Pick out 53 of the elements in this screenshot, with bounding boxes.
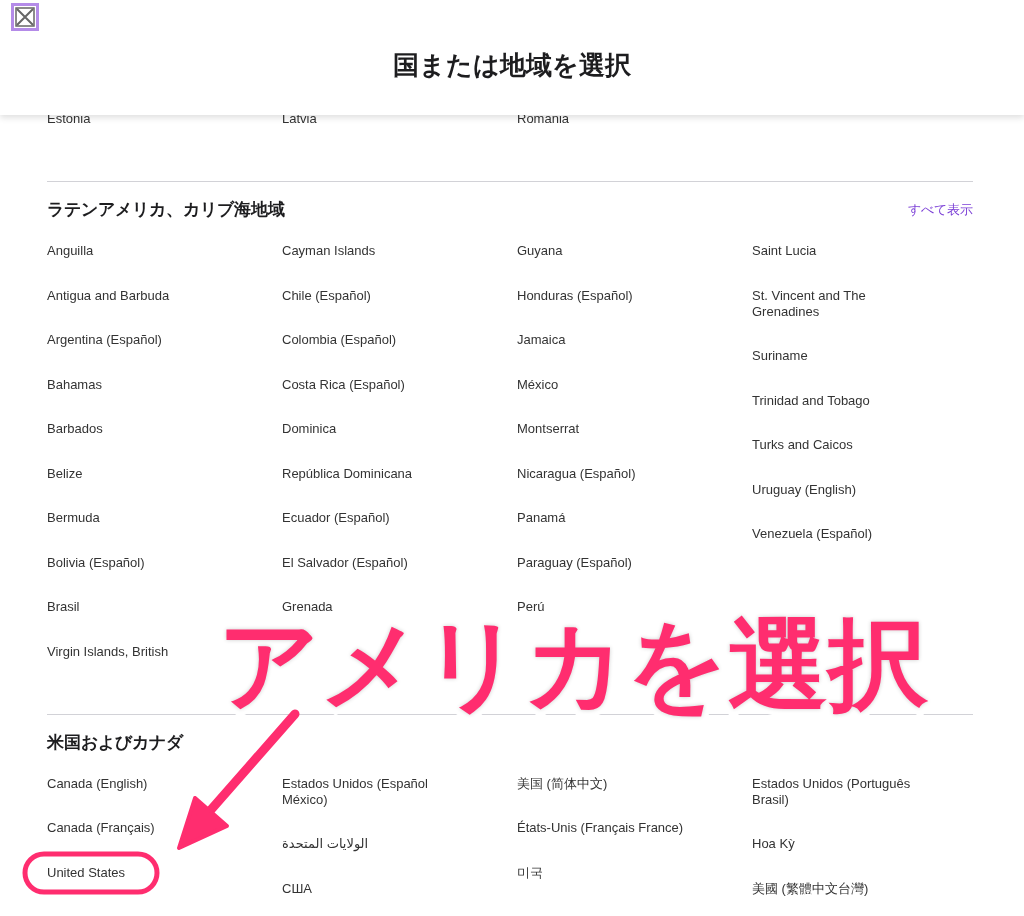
country-link[interactable]: الولايات المتحدة (282, 836, 369, 852)
country-link[interactable]: Virgin Islands, British (47, 643, 169, 660)
country-link[interactable]: 美国 (简体中文) (517, 775, 608, 792)
close-icon[interactable] (11, 3, 39, 31)
country-link[interactable]: Honduras (Español) (517, 287, 633, 304)
country-link[interactable]: Colombia (Español) (282, 332, 397, 348)
country-link[interactable]: Chile (Español) (282, 287, 371, 304)
country-link[interactable]: Guyana (517, 243, 563, 259)
country-link[interactable]: Bermuda (47, 510, 100, 526)
country-link[interactable]: Montserrat (517, 421, 580, 437)
country-link[interactable]: США (282, 880, 312, 897)
country-link[interactable]: Suriname (752, 348, 808, 364)
country-link[interactable]: Cayman Islands (282, 243, 376, 259)
country-link[interactable]: Anguilla (47, 243, 94, 259)
country-link[interactable]: Canada (Français) (47, 820, 155, 836)
country-link[interactable]: Hoa Kỳ (752, 836, 795, 852)
country-link[interactable]: États-Unis (Français France) (517, 820, 684, 836)
dialog-title: 国または地域を選択 (392, 49, 632, 82)
country-link[interactable]: Bolivia (Español) (47, 554, 145, 571)
country-link[interactable]: 美國 (繁體中文台灣) (752, 880, 869, 897)
country-link[interactable]: Perú (517, 599, 545, 615)
country-link[interactable]: Brasil (47, 599, 80, 615)
country-link[interactable]: Romania (517, 111, 570, 127)
country-link[interactable]: El Salvador (Español) (282, 554, 408, 571)
country-link[interactable]: Turks and Caicos (752, 437, 853, 453)
section-heading: ラテンアメリカ、カリブ海地域 (47, 199, 285, 221)
country-link[interactable]: Jamaica (517, 332, 566, 348)
country-link[interactable]: Trinidad and Tobago (752, 392, 870, 409)
country-link[interactable]: Antigua and Barbuda (47, 287, 170, 304)
show-all-link[interactable]: すべて表示 (908, 201, 973, 219)
country-link[interactable]: Barbados (47, 421, 103, 437)
country-link[interactable]: Grenada (282, 599, 333, 615)
country-link[interactable]: República Dominicana (282, 465, 413, 482)
country-link[interactable]: Paraguay (Español) (517, 554, 632, 571)
country-link[interactable]: Dominica (282, 421, 337, 437)
country-link[interactable]: Latvia (282, 111, 317, 127)
country-link[interactable]: Nicaragua (Español) (517, 465, 636, 482)
country-link[interactable]: Belize (47, 465, 83, 482)
country-link[interactable]: Estados Unidos (Português Brasil) (752, 775, 924, 808)
country-link[interactable]: Ecuador (Español) (282, 510, 390, 526)
country-link[interactable]: Costa Rica (Español) (282, 376, 405, 393)
country-link[interactable]: Estados Unidos (Español México) (282, 775, 454, 808)
country-link[interactable]: Argentina (Español) (47, 332, 162, 348)
country-link[interactable]: Saint Lucia (752, 243, 817, 259)
country-link[interactable]: Canada (English) (47, 775, 148, 792)
country-link[interactable]: Panamá (517, 510, 566, 526)
country-link[interactable]: Uruguay (English) (752, 481, 857, 498)
section-heading: 米国およびカナダ (47, 731, 183, 754)
country-link[interactable]: 미국 (517, 864, 543, 881)
country-link[interactable]: St. Vincent and The Grenadines (752, 287, 924, 320)
country-link[interactable]: Venezuela (Español) (752, 526, 872, 542)
country-link[interactable]: Bahamas (47, 376, 102, 393)
country-link[interactable]: México (517, 376, 559, 393)
